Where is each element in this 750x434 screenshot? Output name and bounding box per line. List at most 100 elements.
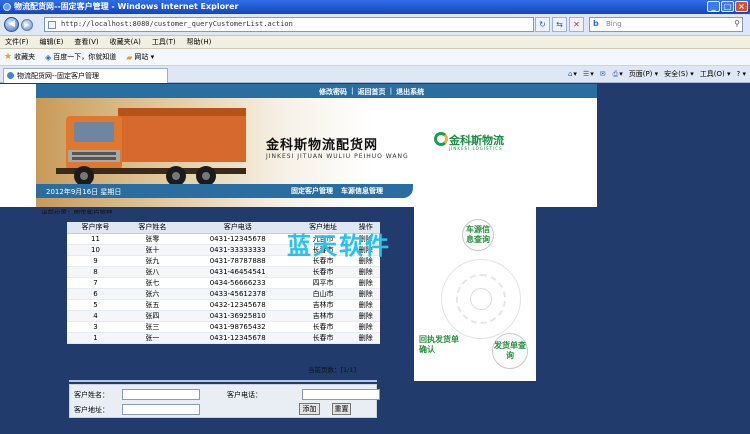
- fav-baidu-label: 百度一下，你就知道: [53, 53, 117, 61]
- logout-link[interactable]: 退出系统: [396, 87, 424, 97]
- date-bar: 2012年9月16日 星期日 固定客户管理 车源信息管理: [36, 184, 413, 198]
- cell-id: 3: [67, 321, 124, 333]
- tab-page-icon: [7, 72, 14, 79]
- col-name: 客户姓名: [123, 222, 181, 234]
- close-button[interactable]: ×: [735, 1, 748, 12]
- home-link[interactable]: 返回首页: [358, 87, 386, 97]
- bing-icon: b: [593, 19, 599, 28]
- help-menu[interactable]: ? ▾: [737, 68, 746, 81]
- tools-menu[interactable]: 工具(O) ▾: [700, 68, 731, 81]
- brand-title: 金科斯物流配货网: [266, 138, 379, 153]
- truck-illustration: [56, 108, 246, 186]
- customer-address-input[interactable]: [122, 404, 200, 415]
- nav-fixed-customers[interactable]: 固定客户管理: [291, 186, 333, 196]
- tab-current[interactable]: 物流配货网--固定客户管理: [3, 68, 168, 83]
- feeds-icon[interactable]: ☰ ▾: [583, 68, 594, 81]
- cell-name: 张一: [123, 332, 181, 344]
- customer-name-input[interactable]: [122, 389, 200, 400]
- customer-phone-input[interactable]: [302, 389, 380, 400]
- page-menu[interactable]: 页面(P) ▾: [629, 68, 658, 81]
- window-titlebar: 物流配货网--固定客户管理 - Windows Internet Explore…: [0, 0, 750, 14]
- cell-name: 张五: [123, 299, 181, 311]
- safety-menu[interactable]: 安全(S) ▾: [664, 68, 694, 81]
- delete-link[interactable]: 删除: [351, 288, 380, 300]
- delete-link[interactable]: 删除: [351, 299, 380, 311]
- command-bar: ⌂ ▾ ☰ ▾ ✉ ⎙ ▾ 页面(P) ▾ 安全(S) ▾ 工具(O) ▾ ? ▾: [568, 68, 746, 81]
- mail-icon[interactable]: ✉: [600, 68, 607, 81]
- cell-name: 张四: [123, 310, 181, 322]
- page-icon: [48, 21, 56, 29]
- home-icon[interactable]: ⌂ ▾: [568, 68, 577, 81]
- cell-name: 张八: [123, 266, 181, 278]
- cell-address: 吉林市: [294, 310, 352, 322]
- cell-phone: 0431-12345678: [180, 332, 295, 344]
- menu-help[interactable]: 帮助(H): [187, 36, 212, 48]
- menu-file[interactable]: 文件(F): [5, 36, 29, 48]
- top-strip: 修改密码 | 返回首页 | 退出系统: [36, 84, 597, 98]
- window-title: 物流配货网--固定客户管理 - Windows Internet Explore…: [14, 2, 239, 11]
- fav-sites[interactable]: ▰ 网站 ▾: [126, 52, 154, 62]
- compat-icon[interactable]: ⇆: [552, 17, 567, 32]
- cell-name: 张十: [123, 244, 181, 256]
- logo-subtext: JINKESI LOGISTICS: [449, 146, 503, 151]
- minimize-button[interactable]: _: [707, 1, 720, 12]
- forward-button[interactable]: ▶: [21, 19, 33, 31]
- cell-phone: 0431-78787888: [180, 255, 295, 267]
- col-id: 客户序号: [67, 222, 124, 234]
- cell-id: 11: [67, 233, 124, 245]
- nav-vehicle-info[interactable]: 车源信息管理: [341, 186, 383, 196]
- add-button[interactable]: 添加: [299, 403, 320, 415]
- favorites-button[interactable]: ★ 收藏夹: [4, 52, 35, 62]
- reset-button[interactable]: 重置: [332, 403, 351, 415]
- print-icon[interactable]: ⎙ ▾: [613, 68, 623, 81]
- search-icon[interactable]: ⚲: [734, 19, 740, 28]
- delete-link[interactable]: 删除: [351, 321, 380, 333]
- cell-address: 吉林市: [294, 299, 352, 311]
- delete-link[interactable]: 删除: [351, 310, 380, 322]
- url-text: http://localhost:8080/customer_queryCust…: [61, 20, 293, 28]
- fav-baidu[interactable]: ◈ 百度一下，你就知道: [45, 52, 116, 62]
- stop-icon[interactable]: ✕: [569, 17, 584, 32]
- cell-id: 7: [67, 277, 124, 289]
- cell-phone: 0434-56666233: [180, 277, 295, 289]
- cell-phone: 0431-12345678: [180, 233, 295, 245]
- table-row: 1 张一 0431-12345678 长春市 删除: [67, 332, 380, 344]
- delete-link[interactable]: 删除: [351, 266, 380, 278]
- cell-phone: 0431-98765432: [180, 321, 295, 333]
- name-label: 客户姓名：: [74, 391, 109, 399]
- cell-name: 张九: [123, 255, 181, 267]
- back-button[interactable]: ◀: [4, 17, 19, 32]
- table-row: 5 张五 0432-12345678 吉林市 删除: [67, 299, 380, 311]
- menu-view[interactable]: 查看(V): [74, 36, 98, 48]
- cell-name: 张零: [123, 233, 181, 245]
- watermark-text: 蓝天软件: [287, 231, 391, 260]
- table-row: 3 张三 0431-98765432 长春市 删除: [67, 321, 380, 333]
- favorites-bar: ★ 收藏夹 ◈ 百度一下，你就知道 ▰ 网站 ▾: [0, 49, 750, 66]
- shipment-query-button[interactable]: 发货单查询: [492, 333, 528, 369]
- cell-id: 1: [67, 332, 124, 344]
- cell-address: 长春市: [294, 266, 352, 278]
- decor-ring-core: [470, 288, 492, 310]
- favorites-label: 收藏夹: [14, 53, 36, 61]
- address-bar: ◀ ▶ http://localhost:8080/customer_query…: [0, 14, 750, 36]
- url-field[interactable]: http://localhost:8080/customer_queryCust…: [44, 17, 534, 32]
- cell-name: 张七: [123, 277, 181, 289]
- cell-name: 张六: [123, 288, 181, 300]
- menu-favorites[interactable]: 收藏夹(A): [110, 36, 141, 48]
- change-password-link[interactable]: 修改密码: [319, 87, 347, 97]
- search-input[interactable]: b Bing ⚲: [589, 17, 743, 32]
- cell-id: 6: [67, 288, 124, 300]
- pager: 当前页数：[1/1]: [308, 366, 357, 374]
- maximize-button[interactable]: □: [721, 1, 734, 12]
- refresh-icon[interactable]: ↻: [535, 17, 550, 32]
- vehicle-query-button[interactable]: 车源信息查询: [462, 219, 494, 251]
- cell-address: 长春市: [294, 332, 352, 344]
- receipt-confirm-button[interactable]: 回执发货单确认: [419, 335, 463, 355]
- delete-link[interactable]: 删除: [351, 332, 380, 344]
- logo-icon: [434, 132, 448, 146]
- menu-tools[interactable]: 工具(T): [152, 36, 176, 48]
- cell-name: 张三: [123, 321, 181, 333]
- address-label: 客户地址：: [74, 406, 109, 414]
- menu-edit[interactable]: 编辑(E): [40, 36, 64, 48]
- delete-link[interactable]: 删除: [351, 277, 380, 289]
